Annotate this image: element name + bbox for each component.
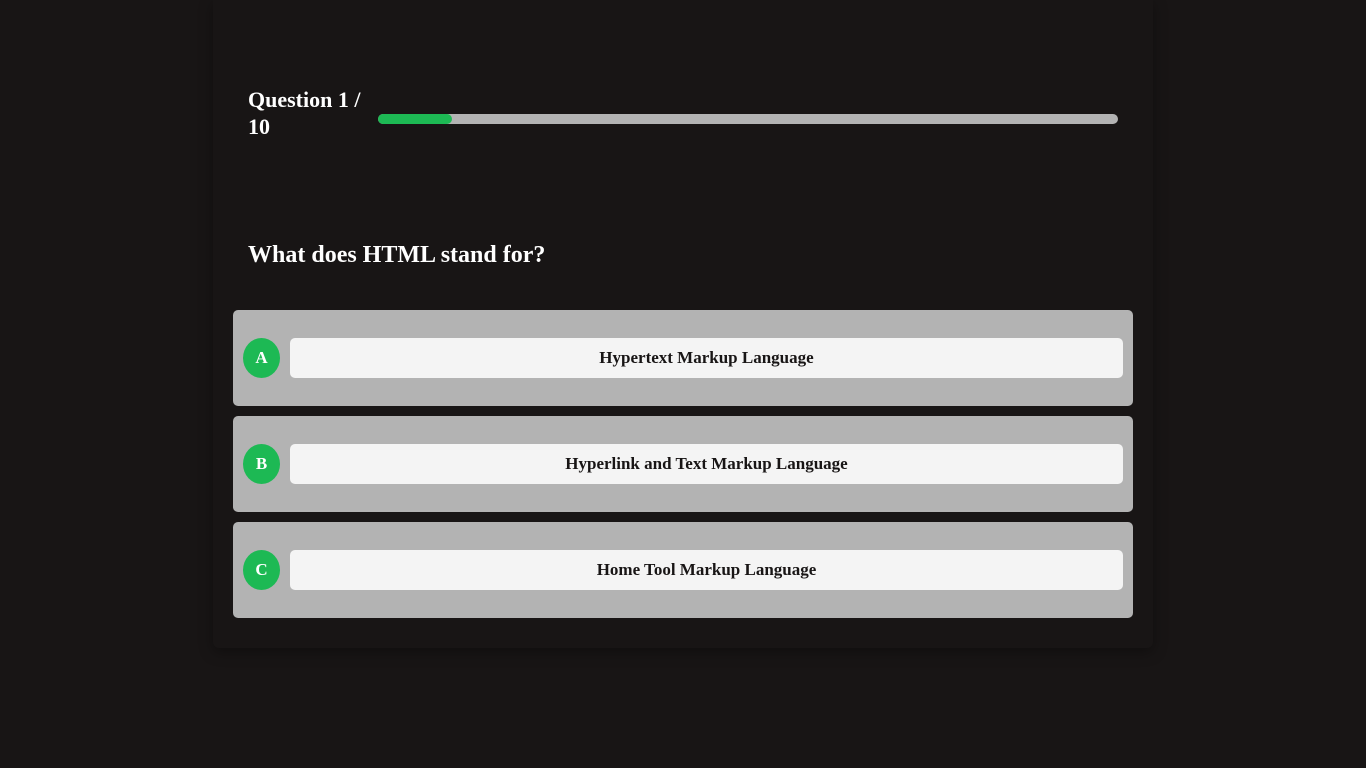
answer-text[interactable]: Hyperlink and Text Markup Language: [290, 444, 1123, 484]
answer-letter-badge: B: [243, 444, 280, 484]
answer-option-a[interactable]: A Hypertext Markup Language: [233, 310, 1133, 406]
answer-option-b[interactable]: B Hyperlink and Text Markup Language: [233, 416, 1133, 512]
answer-text[interactable]: Hypertext Markup Language: [290, 338, 1123, 378]
answer-list: A Hypertext Markup Language B Hyperlink …: [233, 310, 1133, 628]
answer-letter-badge: A: [243, 338, 280, 378]
progress-bar-fill: [378, 114, 452, 124]
progress-bar: [378, 114, 1118, 124]
question-text: What does HTML stand for?: [248, 242, 546, 268]
question-counter-line1: Question 1 /: [248, 87, 361, 112]
question-counter-line2: 10: [248, 114, 270, 139]
answer-option-c[interactable]: C Home Tool Markup Language: [233, 522, 1133, 618]
answer-text[interactable]: Home Tool Markup Language: [290, 550, 1123, 590]
answer-letter-badge: C: [243, 550, 280, 590]
progress-header: Question 1 / 10: [248, 86, 1118, 146]
question-counter: Question 1 / 10: [248, 86, 378, 140]
quiz-card: Question 1 / 10 What does HTML stand for…: [213, 0, 1153, 648]
